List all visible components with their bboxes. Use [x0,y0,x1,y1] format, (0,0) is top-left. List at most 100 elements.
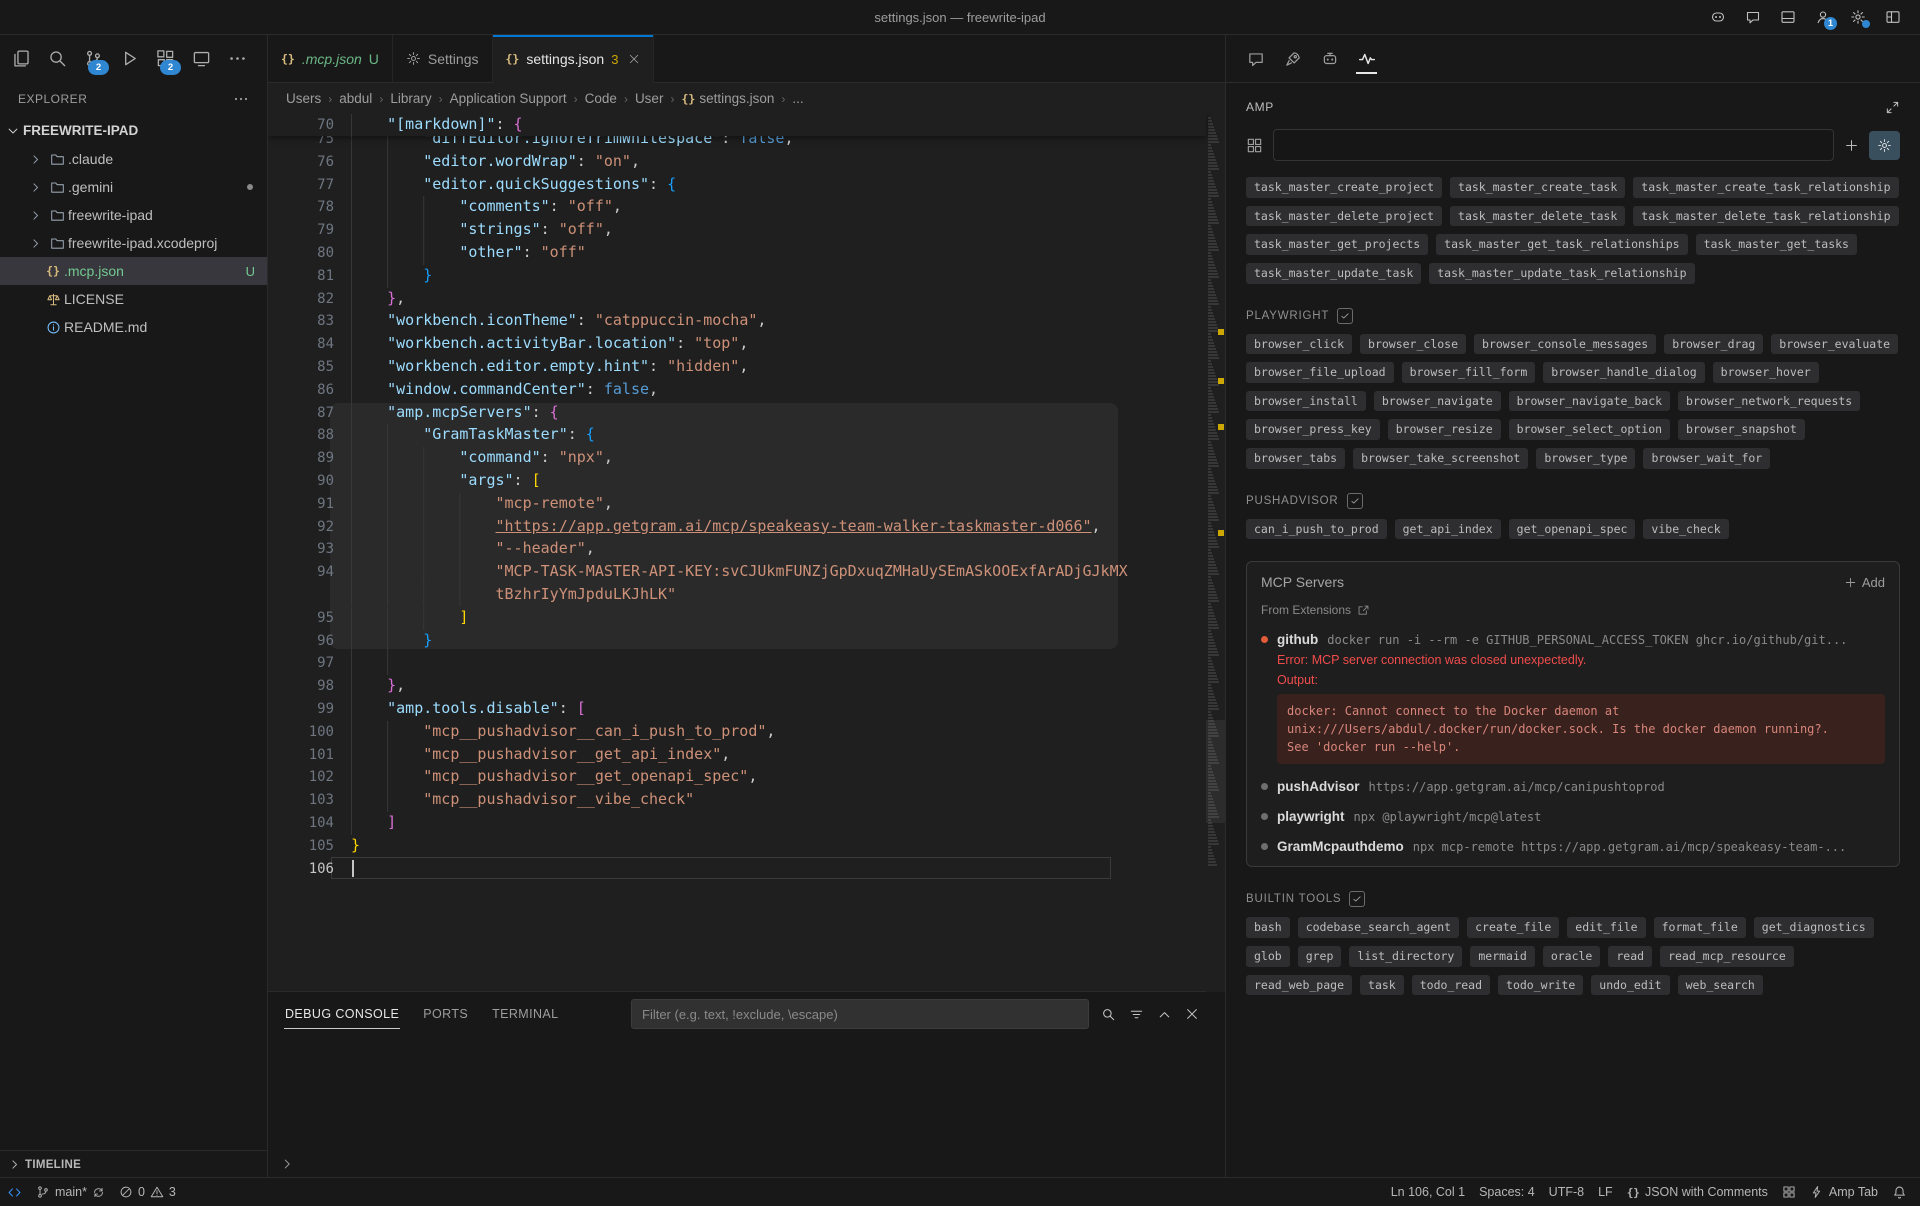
tool-chip[interactable]: task_master_create_task_relationship [1633,177,1898,198]
tab-ports[interactable]: PORTS [422,1000,469,1029]
tool-chip[interactable]: task_master_delete_task_relationship [1633,206,1898,227]
comment-view-icon[interactable] [1240,41,1271,77]
explorer-item-gemini[interactable]: .gemini [0,173,267,201]
line-number[interactable]: 105 [268,835,351,858]
code-line[interactable]: 90"args": [ [268,469,1225,492]
code-line[interactable]: 99"amp.tools.disable": [ [268,697,1225,720]
code-line[interactable]: 106 [268,857,1225,880]
line-number[interactable]: 84 [268,333,351,356]
tool-chip[interactable]: get_api_index [1395,519,1501,540]
code-line[interactable]: 82}, [268,287,1225,310]
mcp-server-row[interactable]: playwright npx @playwright/mcp@latest [1261,809,1885,824]
tab-debug-console[interactable]: DEBUG CONSOLE [284,1000,400,1029]
code-line[interactable]: 79"strings": "off", [268,218,1225,241]
code-editor[interactable]: 75"diffEditor.ignoreTrimWhitespace": fal… [268,113,1225,992]
tool-chip[interactable]: task_master_update_task_relationship [1429,263,1694,284]
line-number[interactable]: 93 [268,538,351,561]
close-icon[interactable] [628,53,640,65]
tool-chip[interactable]: task_master_get_tasks [1696,234,1857,255]
code-line[interactable]: 102"mcp__pushadvisor__get_openapi_spec", [268,765,1225,788]
line-number[interactable]: 87 [268,402,351,425]
branch-indicator[interactable]: main* [29,1178,112,1206]
code-line[interactable]: 83"workbench.iconTheme": "catppuccin-moc… [268,309,1225,332]
tool-chip[interactable]: browser_wait_for [1643,448,1770,469]
tool-chip[interactable]: browser_navigate_back [1509,391,1670,412]
line-number[interactable]: 92 [268,516,351,539]
line-number[interactable]: 98 [268,675,351,698]
tool-chip[interactable]: browser_resize [1388,419,1501,440]
timeline-section[interactable]: TIMELINE [0,1150,267,1178]
line-number[interactable]: 80 [268,242,351,265]
layout-custom-button[interactable] [1879,5,1906,30]
list-icon[interactable] [1129,1007,1144,1022]
tool-chip[interactable]: browser_evaluate [1771,334,1898,355]
tool-chip[interactable]: web_search [1678,975,1763,996]
tool-chip[interactable]: task_master_update_task [1246,263,1421,284]
breadcrumb-item[interactable]: Code [585,91,617,106]
tool-chip[interactable]: undo_edit [1591,975,1669,996]
tool-chip[interactable]: todo_read [1412,975,1490,996]
tool-chip[interactable]: browser_network_requests [1678,391,1860,412]
copilot-button[interactable] [1704,5,1731,30]
chat-button[interactable] [1739,5,1766,30]
tool-chip[interactable]: browser_click [1246,334,1352,355]
line-number[interactable]: 81 [268,265,351,288]
explorer-item-freewrite-ipad[interactable]: freewrite-ipad [0,201,267,229]
notifications-bell[interactable] [1885,1178,1914,1206]
tool-chip[interactable]: grep [1298,946,1342,967]
indentation-setting[interactable]: Spaces: 4 [1472,1178,1542,1206]
tool-chip[interactable]: vibe_check [1643,519,1728,540]
explorer-item-readme-md[interactable]: README.md [0,313,267,341]
line-number[interactable]: 94 [268,561,351,584]
amp-settings-button[interactable] [1869,131,1900,160]
explorer-item-freewrite-ipad-xcodeproj[interactable]: freewrite-ipad.xcodeproj [0,229,267,257]
tool-chip[interactable]: task_master_create_task [1450,177,1625,198]
rocket-view-icon[interactable] [1277,41,1308,77]
remote-indicator[interactable] [0,1178,29,1206]
code-line[interactable]: 80"other": "off" [268,241,1225,264]
code-line[interactable]: 81} [268,264,1225,287]
explorer-item-claude[interactable]: .claude [0,145,267,173]
breadcrumb-item[interactable]: abdul [339,91,372,106]
tool-chip[interactable]: browser_press_key [1246,419,1380,440]
tool-chip[interactable]: browser_close [1360,334,1466,355]
tool-chip[interactable]: get_diagnostics [1754,917,1874,938]
tab-mcp-json[interactable]: {} .mcp.json U [268,35,393,82]
line-number[interactable]: 78 [268,196,351,219]
tool-chip[interactable]: task_master_delete_project [1246,206,1442,227]
tool-chip[interactable]: browser_install [1246,391,1366,412]
code-line[interactable]: 97 [268,651,1225,674]
tab-settings[interactable]: Settings [393,35,493,82]
tool-chip[interactable]: browser_fill_form [1402,362,1536,383]
line-number[interactable]: 79 [268,219,351,242]
sticky-scroll-line[interactable]: 70"[markdown]": { [268,113,1206,136]
line-number[interactable]: 85 [268,356,351,379]
line-number[interactable]: 90 [268,470,351,493]
editor-layout-button[interactable] [1775,1178,1803,1206]
code-line[interactable]: 101"mcp__pushadvisor__get_api_index", [268,743,1225,766]
tool-chip[interactable]: task_master_delete_task [1450,206,1625,227]
line-number[interactable]: 88 [268,424,351,447]
debug-console-input[interactable] [280,1157,294,1174]
code-line[interactable]: 100"mcp__pushadvisor__can_i_push_to_prod… [268,720,1225,743]
line-number[interactable]: 83 [268,310,351,333]
external-link-icon[interactable] [1357,604,1370,617]
breadcrumb-item[interactable]: Users [286,91,321,106]
line-number[interactable]: 82 [268,288,351,311]
project-root-row[interactable]: FREEWRITE-IPAD [0,116,267,145]
line-number[interactable]: 97 [268,652,351,675]
amp-message-input[interactable] [1273,129,1834,161]
checkbox-icon[interactable] [1349,891,1365,907]
code-line[interactable]: 84"workbench.activityBar.location": "top… [268,332,1225,355]
explorer-item-mcp-json[interactable]: {}.mcp.jsonU [0,257,267,285]
line-number[interactable]: 70 [268,114,351,137]
line-number[interactable]: 77 [268,174,351,197]
minimap[interactable] [1206,113,1225,992]
close-panel-icon[interactable] [1185,1007,1199,1022]
code-line[interactable]: 96} [268,629,1225,652]
code-line[interactable]: 89"command": "npx", [268,446,1225,469]
line-number[interactable]: 100 [268,721,351,744]
activity-explorer-button[interactable] [4,41,39,77]
more-actions-icon[interactable] [233,91,249,107]
tool-chip[interactable]: task_master_create_project [1246,177,1442,198]
